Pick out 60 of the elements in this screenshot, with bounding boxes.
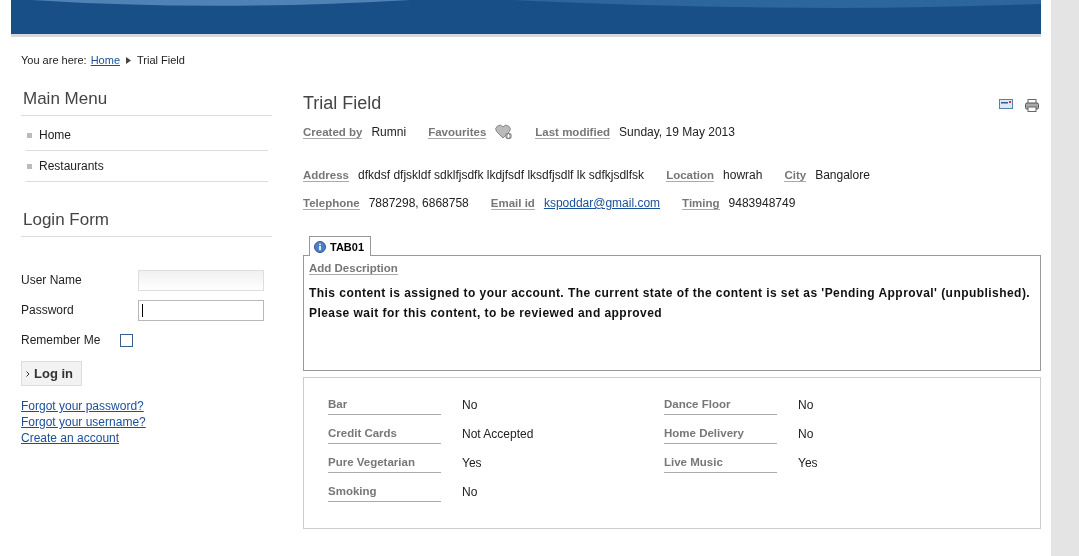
- input-field[interactable]: [138, 269, 264, 291]
- field-value: Bangalore: [815, 168, 870, 182]
- field-label: Smoking: [328, 485, 441, 502]
- tab[interactable]: TAB01: [309, 236, 372, 256]
- field-value: howrah: [723, 168, 763, 182]
- heart-add-icon[interactable]: [495, 124, 514, 140]
- email-link[interactable]: kspoddar@gmail.com: [543, 196, 661, 210]
- field-value: No: [462, 398, 478, 412]
- field-label: City: [784, 168, 807, 182]
- input-field[interactable]: [138, 299, 264, 321]
- checkbox-label: Remember Me: [21, 333, 102, 347]
- breadcrumb-link[interactable]: Home: [90, 54, 120, 66]
- field-value: No: [798, 398, 814, 412]
- login-button[interactable]: Log in: [21, 361, 82, 386]
- field-value: No: [798, 427, 814, 441]
- bullet-icon: [27, 163, 32, 169]
- module-title: Main Menu: [21, 89, 272, 116]
- checkbox[interactable]: [120, 333, 133, 347]
- link[interactable]: Create an account: [21, 430, 120, 446]
- print-icon[interactable]: [1025, 99, 1039, 112]
- breadcrumb-label: You are here:: [21, 54, 87, 66]
- field-label: Bar: [328, 398, 441, 415]
- field-value: No: [462, 485, 478, 499]
- section-label: Add Description: [309, 262, 398, 275]
- link[interactable]: Forgot your password?: [21, 398, 144, 414]
- field-value: dfkdsf dfjskldf sdklfjsdfk lkdjfsdf lksdfjsdlf lk sdfkjsdlfsk: [358, 168, 645, 182]
- menu-item[interactable]: Restaurants: [39, 159, 104, 173]
- field-label: Address: [303, 168, 350, 182]
- field-label: Home Delivery: [664, 427, 777, 444]
- chevron-icon: [26, 370, 30, 377]
- field-label: Live Music: [664, 456, 777, 473]
- field-label: Location: [666, 168, 715, 182]
- field-label: Timing: [682, 196, 720, 210]
- email-icon[interactable]: [999, 99, 1013, 109]
- status-message: This content is assigned to your account. The current state of the content is set as 'Pending Approval' (unpublished). Please wait for this content, to be reviewed and approved: [309, 285, 1032, 322]
- field-label: Pure Vegetarian: [328, 456, 441, 473]
- field-value: Not Accepted: [462, 427, 534, 441]
- link[interactable]: Forgot your username?: [21, 414, 146, 430]
- field-label: Telephone: [303, 196, 360, 210]
- info-icon: [314, 240, 326, 253]
- field-value: 7887298, 6868758: [368, 196, 469, 210]
- field-label: Dance Floor: [664, 398, 777, 415]
- field-label: Email id: [490, 196, 535, 210]
- field-label: Created by: [303, 125, 363, 139]
- field-value: 9483948749: [728, 196, 796, 210]
- bullet-icon: [27, 132, 32, 138]
- field-value: Rumni: [371, 125, 407, 139]
- arrow-icon: [126, 56, 131, 64]
- field-value: Yes: [462, 456, 482, 470]
- module-title: Login Form: [21, 210, 272, 237]
- field-label: Credit Cards: [328, 427, 441, 444]
- field-value: Yes: [798, 456, 818, 470]
- menu-item[interactable]: Home: [39, 128, 71, 142]
- breadcrumb-current: Trial Field: [137, 54, 185, 66]
- field-label: User Name: [21, 273, 83, 287]
- field-label: Last modified: [535, 125, 611, 139]
- article-title: Trial Field: [303, 92, 382, 114]
- field-value: Sunday, 19 May 2013: [619, 125, 735, 139]
- field-label: Password: [21, 303, 75, 317]
- field-label: Favourites: [428, 125, 487, 139]
